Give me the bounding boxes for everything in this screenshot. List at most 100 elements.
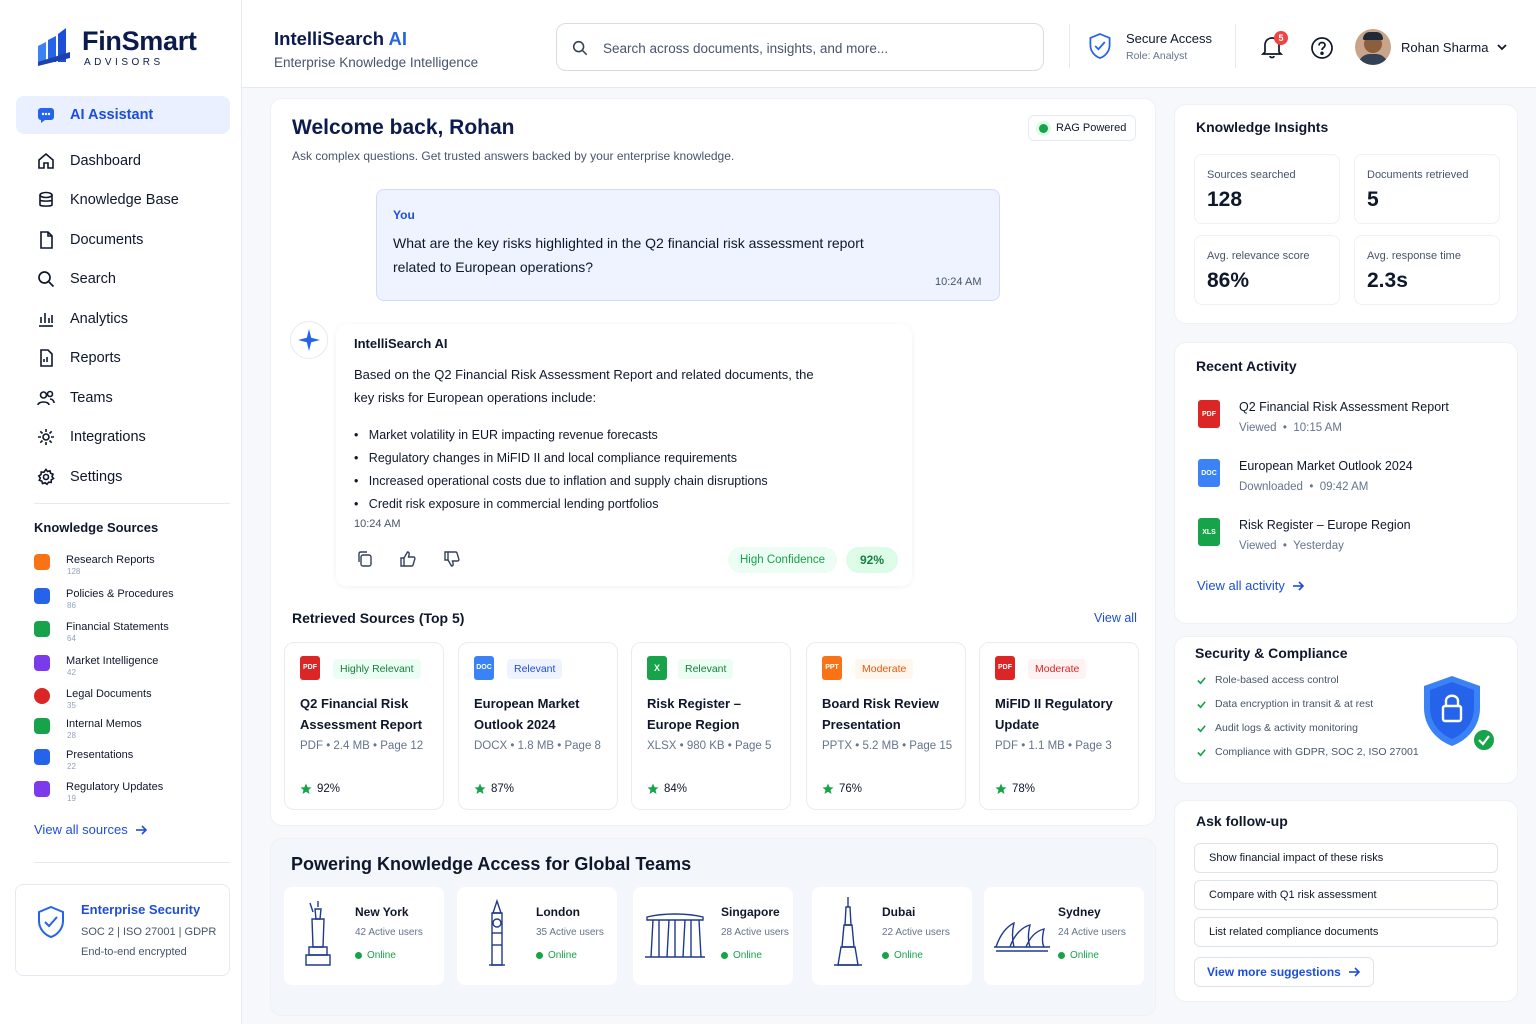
thumbs-up-icon[interactable]	[399, 550, 417, 568]
rag-label: RAG Powered	[1056, 122, 1127, 134]
view-all-activity-link[interactable]: View all activity	[1197, 578, 1305, 593]
view-more-suggestions-button[interactable]: View more suggestions	[1194, 957, 1374, 987]
relevance-badge: Moderate	[1028, 659, 1087, 679]
gear-icon	[37, 467, 55, 486]
message-line: Based on the Q2 Financial Risk Assessmen…	[354, 367, 814, 382]
activity-item[interactable]: XLS Risk Register – Europe Region Viewed…	[1198, 516, 1498, 566]
check-icon	[1197, 748, 1206, 756]
source-title: Q2 Financial Risk Assessment Report	[300, 696, 423, 732]
nav-item-documents[interactable]: Documents	[16, 220, 230, 260]
star-icon	[822, 783, 834, 794]
link-label: View all activity	[1197, 578, 1285, 593]
status-text: Online	[733, 950, 762, 961]
knowledge-source-internal-memos[interactable]: Internal Memos 28	[34, 714, 224, 745]
header-divider	[1235, 24, 1236, 68]
followup-suggestion[interactable]: Compare with Q1 risk assessment	[1194, 880, 1498, 910]
nav-item-integrations[interactable]: Integrations	[16, 418, 230, 458]
status-dot	[1039, 123, 1048, 133]
compliance-item: Audit logs & activity monitoring	[1196, 722, 1358, 734]
file-type-label: PDF	[1202, 411, 1216, 418]
source-card[interactable]: PPT Moderate Board Risk Review Presentat…	[806, 642, 966, 810]
check-icon	[1197, 700, 1206, 708]
view-all-sources-button[interactable]: View all	[1094, 611, 1137, 625]
source-card[interactable]: PDF Highly Relevant Q2 Financial Risk As…	[284, 642, 444, 810]
view-all-sources-link[interactable]: View all sources	[34, 822, 148, 837]
nav-item-reports[interactable]: Reports	[16, 339, 230, 379]
file-type-label: XLS	[1202, 529, 1216, 536]
score-value: 84%	[664, 783, 688, 795]
app-subtitle: Enterprise Knowledge Intelligence	[274, 55, 479, 70]
activity-action: Viewed	[1239, 422, 1277, 434]
source-card[interactable]: DOC Relevant European Market Outlook 202…	[458, 642, 618, 810]
copy-icon[interactable]	[356, 550, 374, 568]
compliance-text: Audit logs & activity monitoring	[1215, 722, 1358, 734]
nav-item-dashboard[interactable]: Dashboard	[16, 141, 230, 181]
search-input[interactable]	[603, 36, 1023, 60]
chevron-down-icon[interactable]	[1496, 42, 1508, 52]
secure-access-role: Role: Analyst	[1126, 50, 1188, 62]
file-type-label: PDF	[303, 664, 317, 671]
nav-item-analytics[interactable]: Analytics	[16, 299, 230, 339]
city-card-sydney[interactable]: Sydney 24 Active users Online	[984, 887, 1144, 985]
nav-item-settings[interactable]: Settings	[16, 457, 230, 497]
thumbs-down-icon[interactable]	[443, 550, 461, 568]
knowledge-source-legal-documents[interactable]: Legal Documents 35	[34, 684, 224, 714]
activity-item[interactable]: PDF Q2 Financial Risk Assessment Report …	[1198, 398, 1498, 448]
user-name[interactable]: Rohan Sharma	[1401, 40, 1488, 55]
source-title: European Market Outlook 2024	[474, 696, 580, 732]
source-card[interactable]: PDF Moderate MiFID II Regulatory Update …	[979, 642, 1139, 810]
avatar[interactable]	[1355, 29, 1391, 65]
source-name: Market Intelligence	[66, 654, 159, 667]
city-card-dubai[interactable]: Dubai 22 Active users Online	[812, 887, 972, 985]
global-search[interactable]	[556, 23, 1044, 71]
nav-item-teams[interactable]: Teams	[16, 378, 230, 418]
online-dot	[355, 952, 362, 959]
knowledge-source-market-intelligence[interactable]: Market Intelligence 42	[34, 651, 224, 685]
activity-item[interactable]: DOC European Market Outlook 2024 Downloa…	[1198, 457, 1498, 507]
retrieved-sources-title: Retrieved Sources (Top 5)	[292, 610, 465, 626]
message-line: key risks for European operations includ…	[354, 390, 597, 405]
doc-file-icon: DOC	[1198, 459, 1220, 487]
online-dot	[882, 952, 889, 959]
notifications-button[interactable]: 5	[1260, 31, 1288, 62]
list-item-text: Regulatory changes in MiFID II and local…	[368, 451, 738, 465]
followup-suggestion[interactable]: Show financial impact of these risks	[1194, 843, 1498, 873]
nav-label: Teams	[70, 389, 113, 406]
nav-label: Analytics	[70, 310, 129, 327]
city-card-london[interactable]: London 35 Active users Online	[457, 887, 617, 985]
marina-bay-sands-icon	[645, 913, 705, 958]
knowledge-source-financial-statements[interactable]: Financial Statements 64	[34, 617, 224, 651]
city-card-new-york[interactable]: New York 42 Active users Online	[284, 887, 444, 985]
message-time: 10:24 AM	[935, 276, 982, 288]
file-icon	[34, 621, 50, 637]
city-card-singapore[interactable]: Singapore 28 Active users Online	[633, 887, 793, 985]
source-name: Internal Memos	[66, 718, 142, 730]
pdf-file-icon: PDF	[300, 656, 320, 680]
confidence-score: 92%	[846, 547, 898, 573]
help-button[interactable]	[1310, 36, 1334, 60]
brand-logo[interactable]: FinSmart ADVISORS	[36, 26, 226, 70]
nav-item-search[interactable]: Search	[16, 260, 230, 300]
knowledge-source-policies[interactable]: Policies & Procedures 86	[34, 584, 224, 618]
knowledge-source-regulatory-updates[interactable]: Regulatory Updates 19	[34, 777, 224, 811]
document-icon	[40, 230, 53, 249]
secure-access-indicator[interactable]	[1088, 32, 1112, 60]
activity-time: Yesterday	[1293, 540, 1344, 552]
activity-meta: Downloaded • 09:42 AM	[1239, 481, 1369, 493]
followup-suggestion[interactable]: List related compliance documents	[1194, 917, 1498, 947]
source-name: Regulatory Updates	[66, 781, 164, 793]
enterprise-security-title: Enterprise Security	[81, 902, 201, 917]
source-card[interactable]: X Relevant Risk Register – Europe Region…	[631, 642, 791, 810]
city-active-users: 35 Active users	[536, 927, 604, 938]
nav-item-ai-assistant[interactable]: AI Assistant	[16, 96, 230, 134]
city-status: Online	[355, 950, 396, 961]
nav-item-knowledge-base[interactable]: Knowledge Base	[16, 181, 230, 221]
search-icon	[38, 271, 55, 288]
relevance-badge: Moderate	[855, 659, 914, 679]
message-line: What are the key risks highlighted in th…	[393, 235, 864, 251]
knowledge-source-presentations[interactable]: Presentations 22	[34, 745, 224, 777]
knowledge-source-research-reports[interactable]: Research Reports 128	[34, 550, 224, 584]
arrow-right-icon	[135, 824, 147, 835]
source-name: Financial Statements	[66, 621, 169, 633]
nav-label: Dashboard	[70, 152, 141, 169]
